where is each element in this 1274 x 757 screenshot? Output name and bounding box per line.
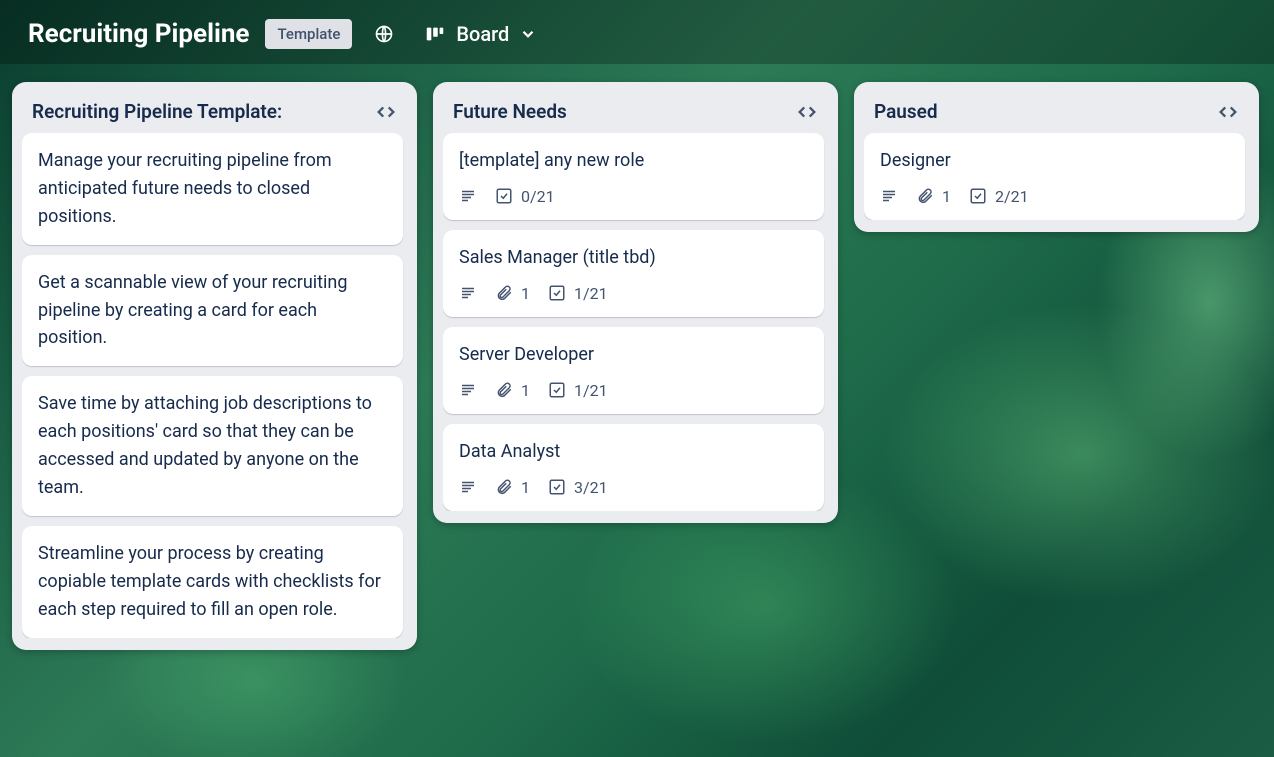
card-title: Get a scannable view of your recruiting … [38,269,387,353]
checklist-count: 3/21 [574,478,608,497]
attachment-badge: 1 [916,187,951,206]
list-paused: Paused Designer 1 [854,82,1259,232]
description-icon [459,284,477,302]
list-header: Recruiting Pipeline Template: [22,96,407,133]
list-cards: Designer 1 2/21 [864,133,1249,220]
board-canvas: Recruiting Pipeline Template: Manage you… [0,64,1274,751]
card-title: Manage your recruiting pipeline from ant… [38,147,387,231]
description-icon [880,187,898,205]
attachment-count: 1 [521,478,530,497]
collapse-list-icon[interactable] [375,104,397,120]
list-cards: Manage your recruiting pipeline from ant… [22,133,407,638]
collapse-list-icon[interactable] [1217,104,1239,120]
checklist-badge: 1/21 [548,381,608,400]
card-title: Server Developer [459,341,808,369]
attachment-count: 1 [521,381,530,400]
checklist-badge: 0/21 [495,187,555,206]
card[interactable]: Server Developer 1 1/21 [443,327,824,414]
attachment-badge: 1 [495,381,530,400]
card[interactable]: Save time by attaching job descriptions … [22,376,403,516]
attachment-count: 1 [521,284,530,303]
description-icon [459,478,477,496]
checklist-count: 1/21 [574,284,608,303]
checklist-count: 1/21 [574,381,608,400]
attachment-badge: 1 [495,284,530,303]
checklist-count: 2/21 [995,187,1029,206]
card-badges: 0/21 [459,187,808,206]
view-switcher[interactable]: Board [416,18,545,50]
list-future-needs: Future Needs [template] any new role 0/2… [433,82,838,523]
checklist-badge: 2/21 [969,187,1029,206]
card-badges: 1 1/21 [459,381,808,400]
card[interactable]: Streamline your process by creating copi… [22,526,403,638]
card-title: Save time by attaching job descriptions … [38,390,387,502]
list-header: Future Needs [443,96,828,133]
card-title: Sales Manager (title tbd) [459,244,808,272]
view-label: Board [456,22,509,46]
card[interactable]: Data Analyst 1 3/21 [443,424,824,511]
board-header: Recruiting Pipeline Template Board [0,0,1274,64]
card-title: Streamline your process by creating copi… [38,540,387,624]
chevron-down-icon [519,25,537,43]
list-recruiting-pipeline-template: Recruiting Pipeline Template: Manage you… [12,82,417,650]
visibility-globe-icon[interactable] [368,18,400,50]
card-title: [template] any new role [459,147,808,175]
list-title[interactable]: Recruiting Pipeline Template: [32,100,282,123]
card-title: Data Analyst [459,438,808,466]
card[interactable]: Designer 1 2/21 [864,133,1245,220]
checklist-badge: 3/21 [548,478,608,497]
card[interactable]: [template] any new role 0/21 [443,133,824,220]
attachment-badge: 1 [495,478,530,497]
list-title[interactable]: Paused [874,100,938,123]
description-icon [459,187,477,205]
board-title[interactable]: Recruiting Pipeline [28,19,249,49]
card-badges: 1 3/21 [459,478,808,497]
card-badges: 1 2/21 [880,187,1229,206]
board-view-icon [424,23,446,45]
card-title: Designer [880,147,1229,175]
list-header: Paused [864,96,1249,133]
card-badges: 1 1/21 [459,284,808,303]
template-badge[interactable]: Template [265,19,352,49]
card[interactable]: Manage your recruiting pipeline from ant… [22,133,403,245]
checklist-count: 0/21 [521,187,555,206]
description-icon [459,381,477,399]
list-title[interactable]: Future Needs [453,100,567,123]
card[interactable]: Sales Manager (title tbd) 1 1/21 [443,230,824,317]
checklist-badge: 1/21 [548,284,608,303]
attachment-count: 1 [942,187,951,206]
list-cards: [template] any new role 0/21 Sales Manag… [443,133,828,511]
card[interactable]: Get a scannable view of your recruiting … [22,255,403,367]
collapse-list-icon[interactable] [796,104,818,120]
